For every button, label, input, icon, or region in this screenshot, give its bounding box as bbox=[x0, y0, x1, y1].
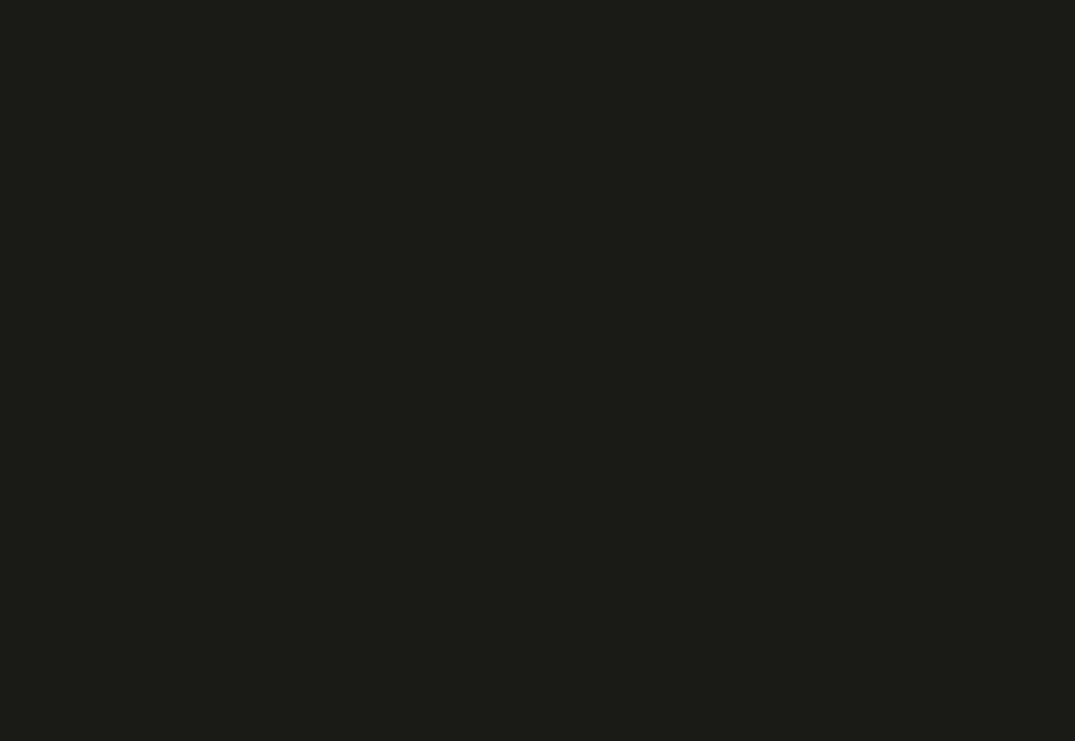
tier-list-board bbox=[0, 0, 1075, 741]
tiermaker-logo bbox=[764, 2, 1075, 93]
